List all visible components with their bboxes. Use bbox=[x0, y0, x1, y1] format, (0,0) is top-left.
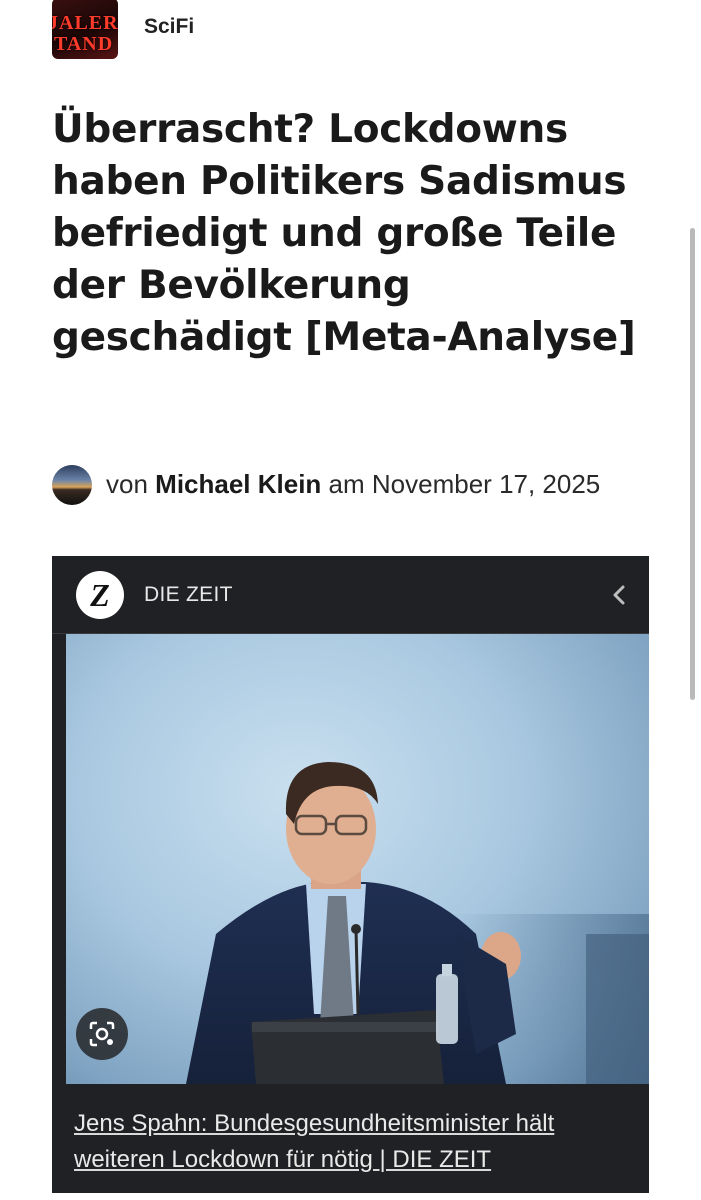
author-avatar[interactable] bbox=[52, 465, 92, 505]
preview-source-bar: Z DIE ZEIT bbox=[52, 556, 649, 634]
site-logo-line1: JALER bbox=[52, 12, 118, 34]
site-logo-line2: TAND bbox=[54, 33, 114, 55]
article-byline: von Michael Klein am November 17, 2025 bbox=[52, 463, 672, 505]
chevron-left-icon[interactable] bbox=[604, 580, 634, 610]
vertical-scrollbar[interactable] bbox=[690, 228, 695, 700]
link-preview-card[interactable]: Z DIE ZEIT Jens Spahn: Bundesgesundheits… bbox=[52, 556, 649, 1193]
source-name: DIE ZEIT bbox=[144, 583, 233, 606]
visual-search-icon[interactable] bbox=[76, 1008, 128, 1060]
publish-date: November 17, 2025 bbox=[371, 469, 601, 499]
byline-mid: am bbox=[328, 469, 365, 499]
source-logo: Z bbox=[76, 571, 124, 619]
site-name[interactable]: SciFi bbox=[144, 15, 194, 39]
site-header: JALER TAND SciFi bbox=[52, 0, 652, 60]
byline-prefix: von bbox=[106, 469, 148, 499]
preview-caption-link[interactable]: Jens Spahn: Bundesgesundheitsminister hä… bbox=[74, 1106, 634, 1178]
article-title: Überrascht? Lockdowns haben Politikers S… bbox=[52, 107, 636, 360]
site-logo[interactable]: JALER TAND bbox=[52, 0, 118, 59]
preview-photo[interactable] bbox=[66, 634, 649, 1084]
author-name[interactable]: Michael Klein bbox=[155, 469, 321, 499]
photo-border bbox=[52, 634, 66, 1084]
byline-text: von Michael Klein am November 17, 2025 bbox=[106, 469, 600, 500]
source-logo-letter: Z bbox=[90, 577, 110, 613]
